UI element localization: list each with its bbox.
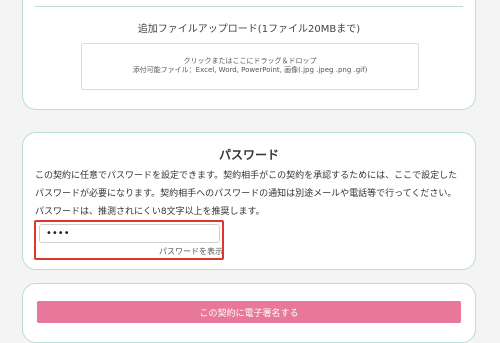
password-desc-line-2: パスワードが必要になります。契約相手へのパスワードの通知は別途メールや電話等で行… [35,189,457,199]
dropzone-instruction: クリックまたはここにドラッグ＆ドロップ [183,57,317,65]
password-card: パスワード この契約に任意でパスワードを設定できます。契約相手がこの契約を承認す… [22,132,476,270]
dropzone-allowed-types: 添付可能ファイル：Excel, Word, PowerPoint, 画像(.jp… [132,66,368,74]
divider [35,6,463,7]
upload-title: 追加ファイルアップロード(1ファイル20MBまで) [137,24,361,35]
password-desc-line-1: この契約に任意でパスワードを設定できます。契約相手がこの契約を承認するためには、… [35,171,458,181]
password-title: パスワード [218,148,279,162]
file-dropzone[interactable]: クリックまたはここにドラッグ＆ドロップ 添付可能ファイル：Excel, Word… [81,43,419,90]
sign-card: この契約に電子署名する [22,283,476,343]
password-description: この契約に任意でパスワードを設定できます。契約相手がこの契約を承認するためには、… [35,167,465,221]
show-password-link[interactable]: パスワードを表示 [139,246,223,257]
file-upload-card: 追加ファイルアップロード(1ファイル20MBまで) クリックまたはここにドラッグ… [22,0,476,110]
e-sign-button[interactable]: この契約に電子署名する [37,301,461,323]
password-input[interactable] [39,224,220,243]
password-desc-line-3: パスワードは、推測されにくい8文字以上を推奨します。 [35,207,265,217]
